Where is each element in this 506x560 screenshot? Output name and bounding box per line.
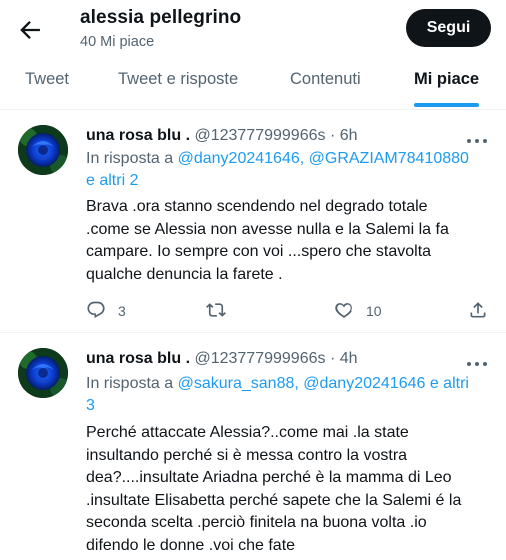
tweet[interactable]: una rosa blu . @123777999966s · 4h In ri… bbox=[0, 334, 506, 560]
retweet-icon bbox=[206, 300, 226, 323]
share-icon bbox=[468, 300, 488, 323]
follow-button[interactable]: Segui bbox=[406, 9, 491, 47]
reply-mentions[interactable]: @dany20241646, @GRAZIAM78410880 bbox=[178, 150, 469, 167]
more-icon[interactable] bbox=[466, 131, 488, 145]
tab-mi-piace[interactable]: Mi piace bbox=[414, 60, 480, 110]
author-handle[interactable]: @123777999966s bbox=[194, 350, 325, 367]
reply-count: 3 bbox=[118, 303, 126, 319]
reply-icon bbox=[86, 300, 106, 323]
tab-tweet-e-risposte[interactable]: Tweet e risposte bbox=[118, 60, 238, 110]
like-icon bbox=[334, 300, 354, 323]
avatar[interactable] bbox=[18, 348, 68, 398]
tweet-meta: una rosa blu . @123777999966s · 6h bbox=[86, 127, 358, 145]
back-arrow-icon[interactable] bbox=[16, 16, 44, 44]
tweet-text: Perché attaccate Alessia?..come mai .la … bbox=[86, 424, 462, 554]
retweet-button[interactable] bbox=[206, 299, 226, 323]
share-button[interactable] bbox=[468, 299, 488, 323]
reply-to-line: In risposta a @sakura_san88, @dany202416… bbox=[86, 373, 492, 417]
tweet[interactable]: una rosa blu . @123777999966s · 6h In ri… bbox=[0, 111, 506, 333]
reply-prefix: In risposta a bbox=[86, 375, 174, 392]
tweet-time[interactable]: 4h bbox=[340, 350, 358, 367]
meta-separator: · bbox=[329, 127, 336, 144]
reply-to-line: In risposta a @dany20241646, @GRAZIAM784… bbox=[86, 148, 492, 192]
profile-tabs: Tweet Tweet e risposte Contenuti Mi piac… bbox=[0, 60, 506, 110]
like-button[interactable]: 10 bbox=[334, 299, 382, 323]
author-handle[interactable]: @123777999966s bbox=[194, 127, 325, 144]
active-tab-indicator bbox=[414, 103, 480, 107]
tab-tweet[interactable]: Tweet bbox=[25, 60, 69, 110]
more-icon[interactable] bbox=[466, 354, 488, 368]
meta-separator: · bbox=[329, 350, 336, 367]
author-name[interactable]: una rosa blu . bbox=[86, 127, 190, 144]
reply-prefix: In risposta a bbox=[86, 150, 174, 167]
tweet-text: Brava .ora stanno scendendo nel degrado … bbox=[86, 198, 449, 283]
avatar[interactable] bbox=[18, 125, 68, 175]
tweet-actions: 3 10 bbox=[86, 299, 492, 323]
profile-header: alessia pellegrino 40 Mi piace Segui bbox=[0, 0, 506, 60]
reply-more-link[interactable]: e altri 2 bbox=[86, 172, 138, 189]
reply-more-link[interactable]: 3 bbox=[86, 397, 95, 414]
profile-name: alessia pellegrino bbox=[80, 7, 242, 28]
reply-mentions[interactable]: @sakura_san88, @dany20241646 e altri bbox=[178, 375, 469, 392]
reply-button[interactable]: 3 bbox=[86, 299, 126, 323]
tweet-meta: una rosa blu . @123777999966s · 4h bbox=[86, 350, 358, 368]
like-count: 10 bbox=[366, 303, 382, 319]
author-name[interactable]: una rosa blu . bbox=[86, 350, 190, 367]
likes-count: 40 Mi piace bbox=[80, 34, 155, 50]
tweet-time[interactable]: 6h bbox=[340, 127, 358, 144]
tab-contenuti[interactable]: Contenuti bbox=[290, 60, 361, 110]
